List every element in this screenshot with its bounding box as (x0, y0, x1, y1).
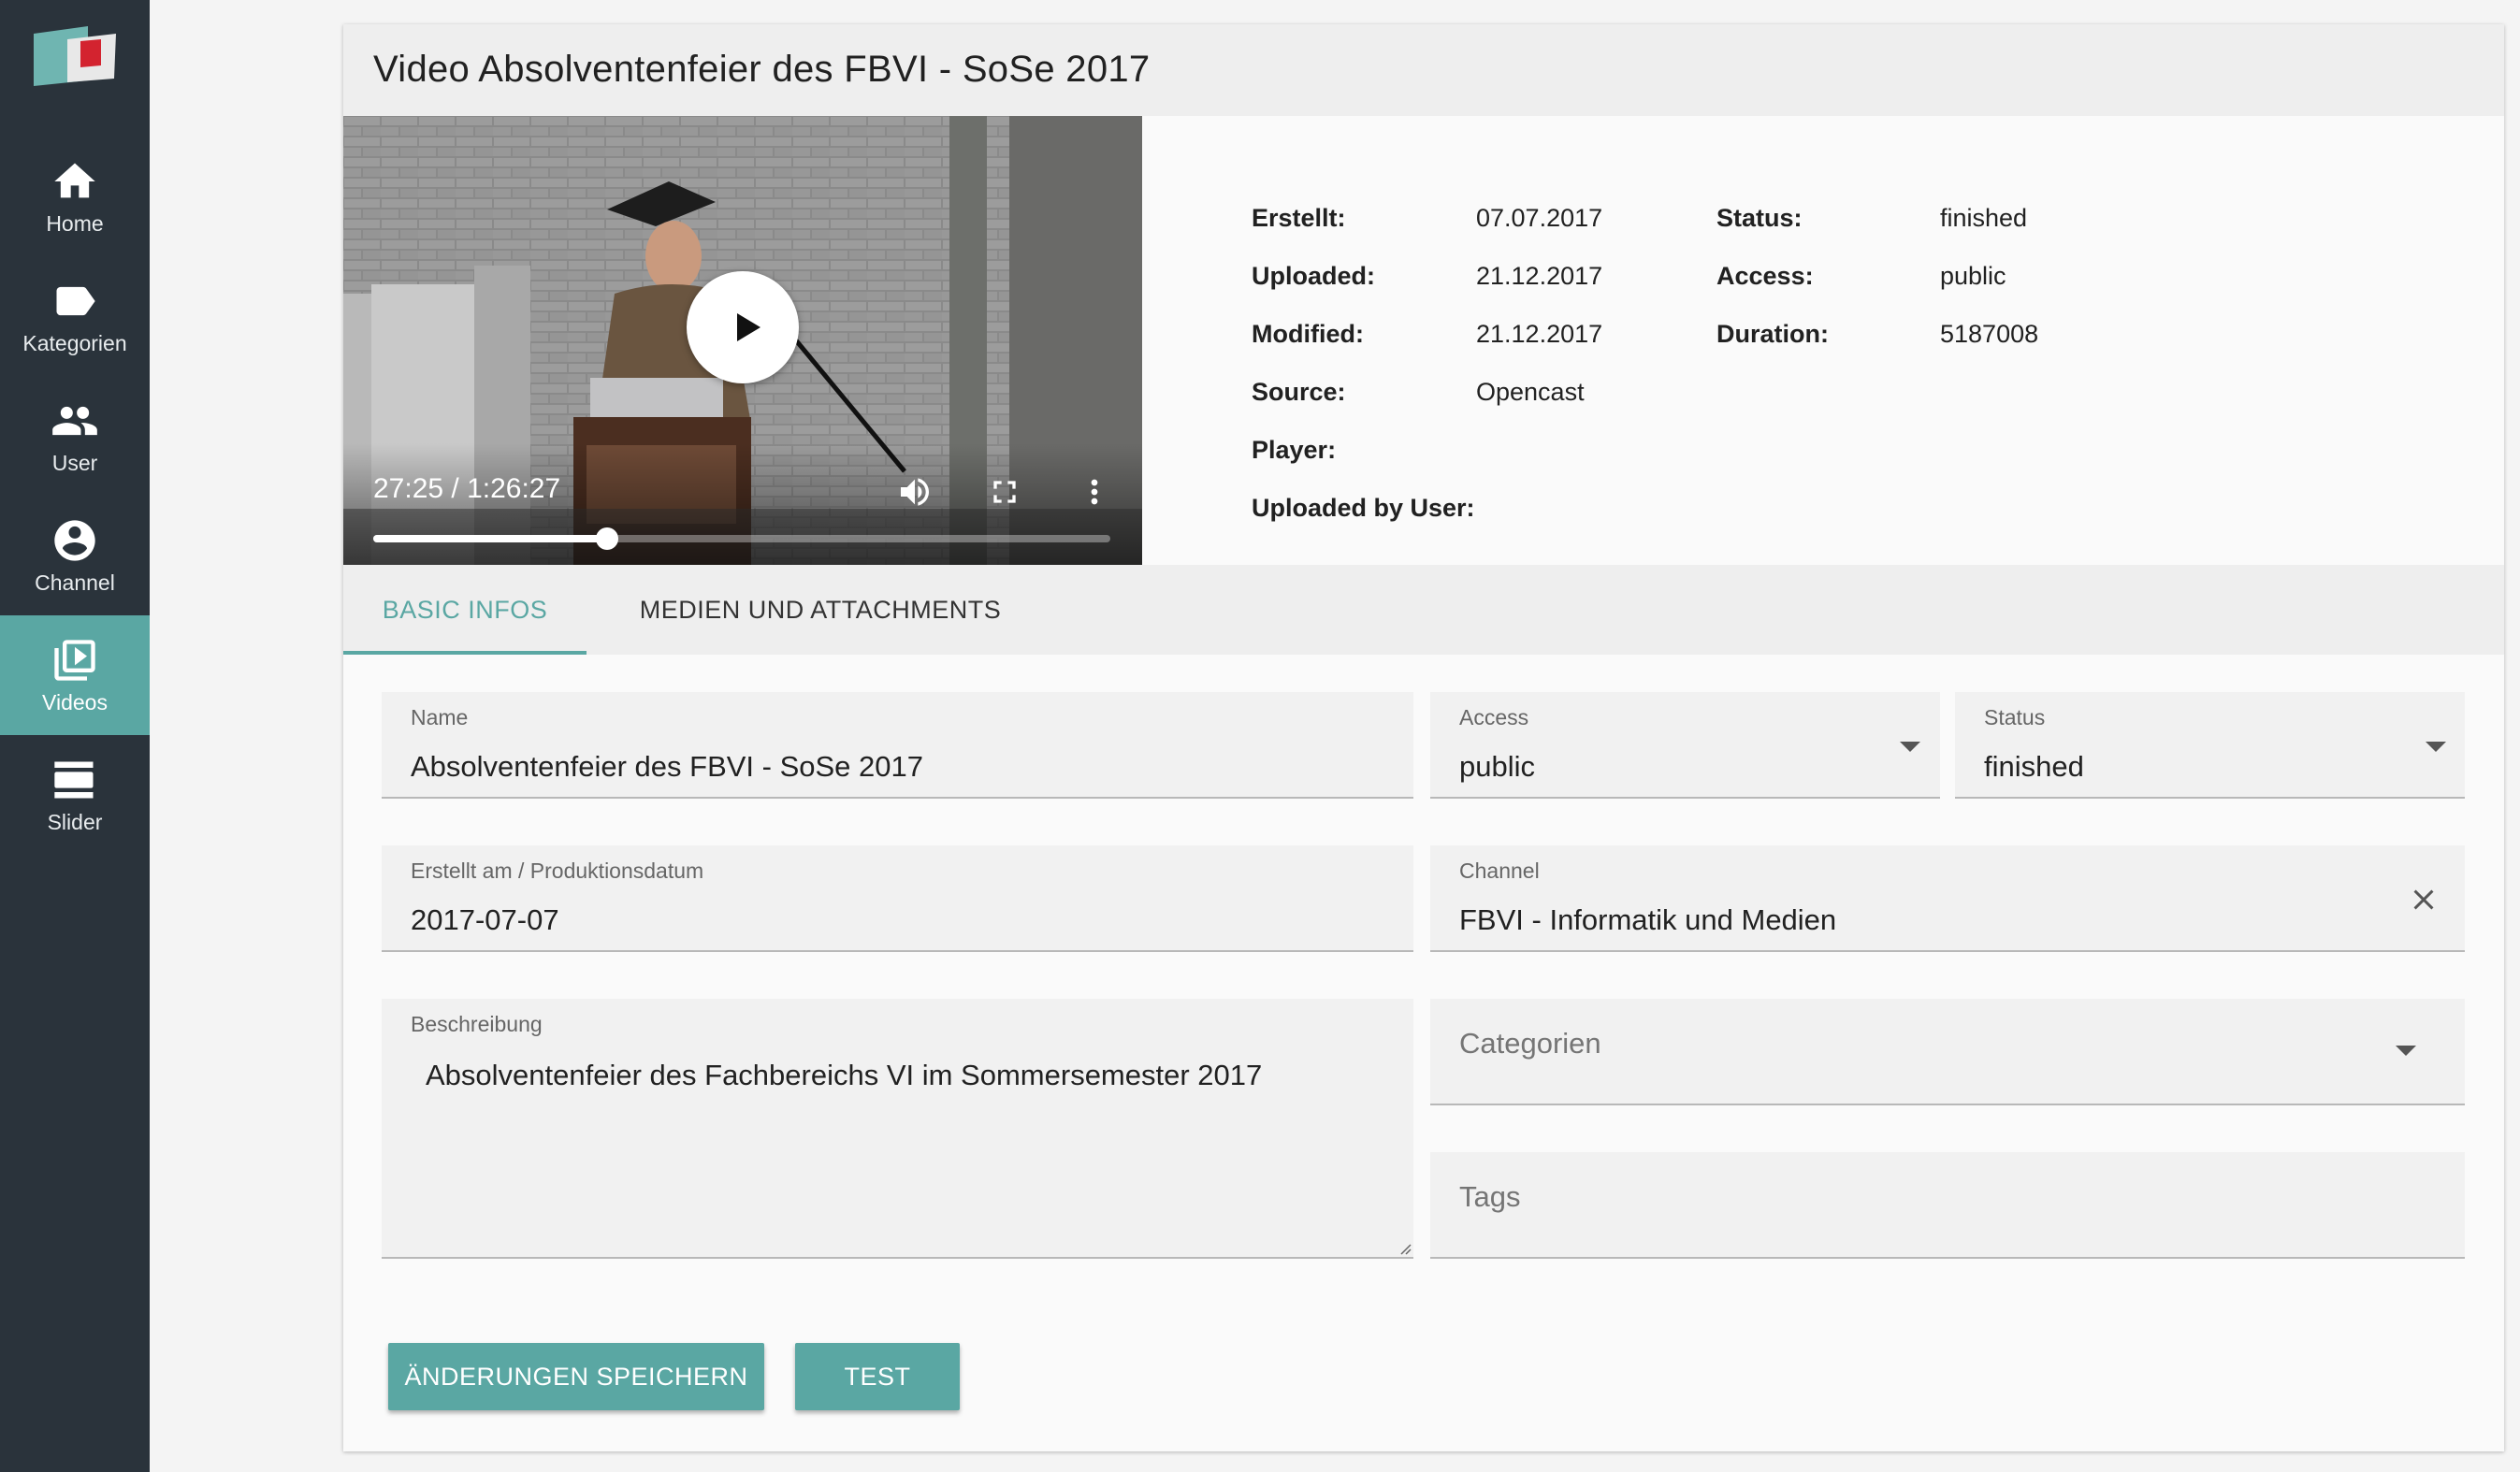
status-select-label: Status (1984, 705, 2046, 729)
categories-select[interactable]: Categorien (1430, 999, 2465, 1105)
dropdown-arrow-icon[interactable] (2396, 1046, 2416, 1056)
tab-medien-und-attachments[interactable]: MEDIEN UND ATTACHMENTS (587, 565, 1054, 655)
description-label: Beschreibung (411, 1012, 543, 1036)
tab-basic-infos[interactable]: BASIC INFOS (343, 565, 587, 655)
uploaded-value: 21.12.2017 (1476, 262, 1603, 290)
access-select-value: public (1459, 750, 1535, 783)
card-header: Video Absolventenfeier des FBVI - SoSe 2… (343, 24, 2504, 116)
sidebar-item-label: Kategorien (22, 330, 127, 355)
created-label: Erstellt: (1252, 204, 1346, 232)
duration-label: Duration: (1716, 320, 1829, 348)
sidebar-item-label: Slider (47, 809, 103, 834)
people-icon (52, 406, 97, 435)
production-date-value: 2017-07-07 (411, 903, 559, 936)
close-icon[interactable] (2407, 883, 2440, 916)
access-select[interactable]: Access public (1430, 692, 1940, 799)
modified-value: 21.12.2017 (1476, 320, 1603, 348)
tab-bar: BASIC INFOS MEDIEN UND ATTACHMENTS (343, 565, 2504, 655)
active-tab-indicator (343, 651, 587, 655)
name-field-label: Name (411, 705, 469, 729)
video-metadata: Erstellt: 07.07.2017 Uploaded: 21.12.201… (343, 116, 2504, 565)
status-value: finished (1940, 204, 2028, 232)
source-label: Source: (1252, 378, 1346, 406)
sidebar: Home Kategorien User Channel Videos Slid… (0, 0, 150, 1472)
categories-placeholder: Categorien (1459, 1027, 1601, 1060)
save-changes-button[interactable]: ÄNDERUNGEN SPEICHERN (388, 1343, 764, 1410)
player-label: Player: (1252, 436, 1337, 464)
video-detail-card: Video Absolventenfeier des FBVI - SoSe 2… (343, 24, 2504, 1451)
dropdown-arrow-icon[interactable] (2426, 742, 2446, 752)
sidebar-item-home[interactable]: Home (0, 137, 150, 256)
description-textarea[interactable]: Beschreibung Absolventenfeier des Fachbe… (382, 999, 1413, 1259)
page-title: Video Absolventenfeier des FBVI - SoSe 2… (373, 49, 1151, 90)
created-value: 07.07.2017 (1476, 204, 1603, 232)
tags-input[interactable]: Tags (1430, 1152, 2465, 1259)
status-select-value: finished (1984, 750, 2084, 783)
duration-value: 5187008 (1940, 320, 2039, 348)
access-value: public (1940, 262, 2006, 290)
sidebar-item-user[interactable]: User (0, 376, 150, 496)
sidebar-item-channel[interactable]: Channel (0, 496, 150, 615)
description-value: Absolventenfeier des Fachbereichs VI im … (426, 1059, 1263, 1091)
name-field[interactable]: Name Absolventenfeier des FBVI - SoSe 20… (382, 692, 1413, 799)
uploaded-label: Uploaded: (1252, 262, 1375, 290)
channel-field-value: FBVI - Informatik und Medien (1459, 903, 1837, 936)
modified-label: Modified: (1252, 320, 1364, 348)
sidebar-item-label: User (51, 450, 98, 475)
sidebar-item-label: Channel (35, 570, 115, 595)
channel-field-label: Channel (1459, 859, 1540, 883)
production-date-label: Erstellt am / Produktionsdatum (411, 859, 704, 883)
account-circle-icon (54, 519, 95, 561)
production-date-field[interactable]: Erstellt am / Produktionsdatum 2017-07-0… (382, 845, 1413, 952)
resize-handle-icon[interactable] (1397, 1240, 1412, 1255)
channel-field[interactable]: Channel FBVI - Informatik und Medien (1430, 845, 2465, 952)
home-icon (54, 163, 95, 197)
sidebar-item-label: Home (46, 210, 104, 236)
sidebar-item-label: Videos (42, 689, 108, 714)
label-icon (56, 286, 95, 315)
sidebar-item-kategorien[interactable]: Kategorien (0, 256, 150, 376)
source-value: Opencast (1476, 378, 1585, 406)
status-label: Status: (1716, 204, 1803, 232)
video-library-icon (54, 639, 95, 681)
sidebar-item-slider[interactable]: Slider (0, 735, 150, 855)
app-logo[interactable] (32, 24, 118, 90)
sidebar-item-videos[interactable]: Videos (0, 615, 150, 735)
tags-placeholder: Tags (1459, 1180, 1521, 1213)
status-select[interactable]: Status finished (1955, 692, 2465, 799)
dropdown-arrow-icon[interactable] (1900, 742, 1920, 752)
uploaded-by-label: Uploaded by User: (1252, 494, 1475, 522)
view-day-icon (54, 761, 94, 798)
access-select-label: Access (1459, 705, 1529, 729)
access-label: Access: (1716, 262, 1814, 290)
test-button[interactable]: TEST (795, 1343, 960, 1410)
name-field-value: Absolventenfeier des FBVI - SoSe 2017 (411, 750, 923, 783)
